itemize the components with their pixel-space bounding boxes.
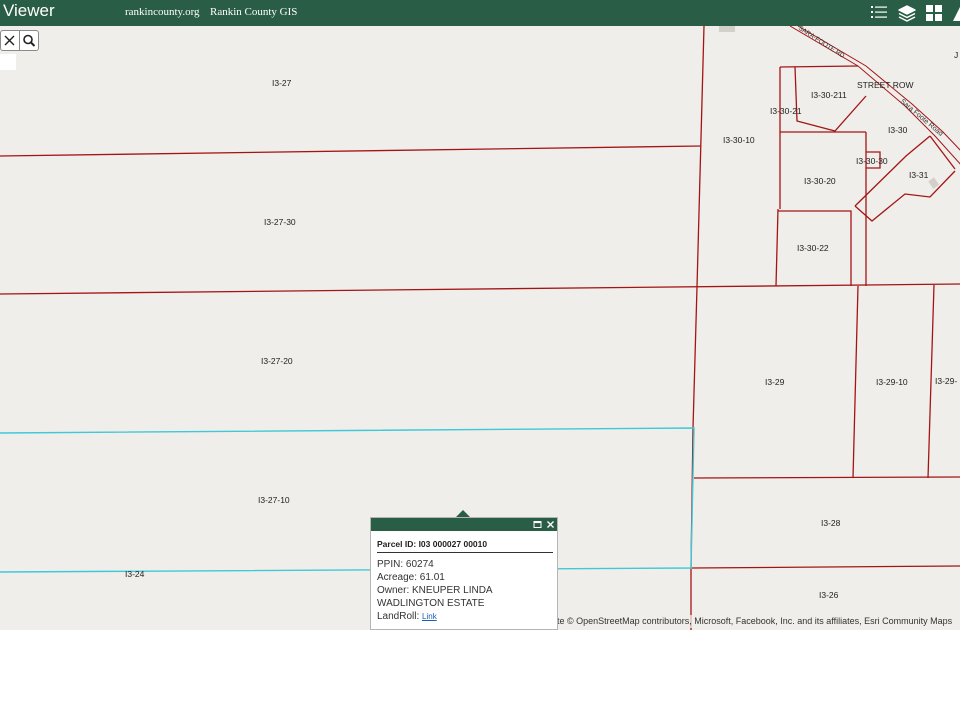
owner-value-2: WADLINGTON ESTATE	[377, 598, 485, 609]
landroll-label: LandRoll:	[377, 611, 420, 622]
parcel-label: I3-27-30	[264, 217, 296, 227]
map-control-chip[interactable]	[0, 54, 16, 70]
popup-title: Parcel ID: I03 000027 00010	[377, 539, 488, 549]
parcel-label: I3-31	[909, 170, 929, 180]
popup-header	[371, 518, 557, 531]
ppin-value: PPIN: 60274	[377, 559, 434, 570]
close-icon[interactable]	[546, 520, 555, 529]
building-marker	[928, 177, 940, 189]
owner-value: Owner: KNEUPER LINDA	[377, 585, 493, 596]
app-title: Viewer	[3, 1, 55, 20]
landroll-row: LandRoll: Link	[377, 611, 437, 622]
parcel-label: I3-30-20	[804, 176, 836, 186]
app-header: Viewer rankincounty.org Rankin County GI…	[0, 0, 960, 26]
building-marker	[719, 26, 735, 32]
clear-button[interactable]	[0, 30, 20, 51]
acreage-value: Acreage: 61.01	[377, 572, 445, 583]
map-attribution: te © OpenStreetMap contributors, Microso…	[556, 615, 960, 628]
parcel-label: I3-29-	[935, 376, 957, 386]
triangle-icon[interactable]	[950, 3, 960, 23]
parcel-label: I3-30-211	[811, 90, 847, 100]
parcel-label: I3-29-10	[876, 377, 908, 387]
parcel-label: I3-28	[821, 518, 841, 528]
parcel-label: I3-30	[888, 125, 908, 135]
parcel-label: I3-26	[819, 590, 839, 600]
selected-parcel-outline	[0, 427, 695, 573]
close-icon	[4, 35, 15, 46]
rankin-gis-link[interactable]: Rankin County GIS	[210, 6, 297, 18]
parcel-label: I3-30-22	[797, 243, 829, 253]
layers-icon[interactable]	[897, 3, 917, 23]
parcel-label: I3-24	[125, 569, 145, 579]
parcel-popup: Parcel ID: I03 000027 00010 PPIN: 60274 …	[370, 517, 558, 630]
search-button[interactable]	[19, 30, 39, 51]
maximize-icon[interactable]	[533, 520, 542, 529]
popup-divider	[377, 552, 553, 553]
parcel-label: STREET ROW	[857, 80, 914, 90]
grid-icon[interactable]	[924, 3, 944, 23]
parcel-label: I3-29	[765, 377, 785, 387]
parcel-label: I3-30-21	[770, 106, 802, 116]
rankincounty-link[interactable]: rankincounty.org	[125, 6, 200, 18]
parcel-label: I3-30-30	[856, 156, 888, 166]
parcel-label: I3-30-10	[723, 135, 755, 145]
parcel-label: I3-27	[272, 78, 292, 88]
search-icon	[23, 34, 36, 47]
list-icon[interactable]	[869, 3, 889, 23]
parcel-label: I3-27-20	[261, 356, 293, 366]
parcel-label: I3-27-10	[258, 495, 290, 505]
parcel-label: J	[954, 50, 958, 60]
road-label: SARA-FOOTE RD	[797, 26, 846, 60]
landroll-link[interactable]: Link	[422, 612, 437, 621]
